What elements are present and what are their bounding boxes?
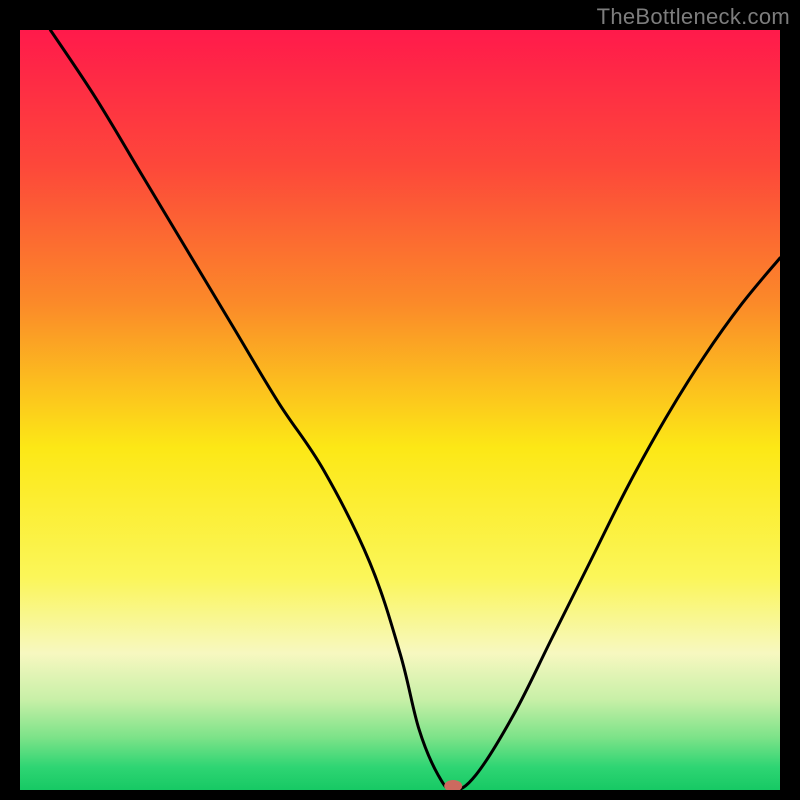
- watermark-text: TheBottleneck.com: [597, 4, 790, 30]
- gradient-background: [20, 30, 780, 790]
- chart-frame: [20, 30, 780, 790]
- bottleneck-chart: [20, 30, 780, 790]
